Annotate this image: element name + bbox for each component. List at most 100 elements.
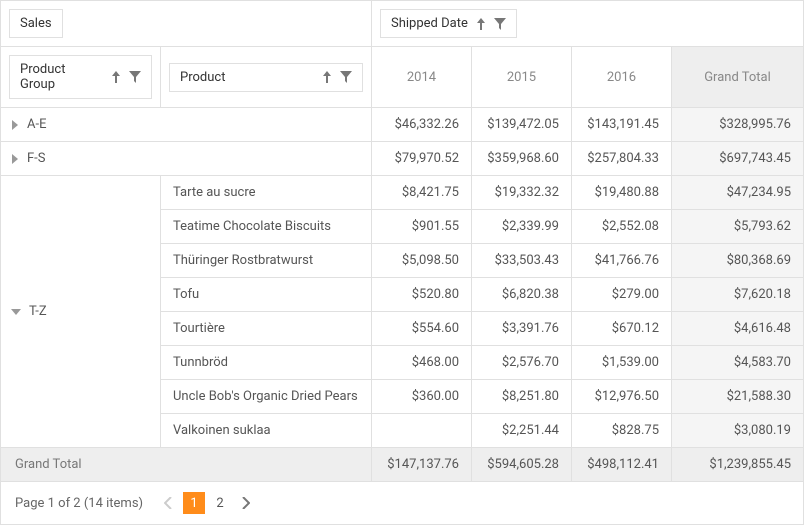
table-row: Valkoinen suklaa $2,251.44 $828.75 $3,08… [161,414,803,447]
column-headers: 2014 2015 2016 Grand Total [372,47,803,107]
filter-icon[interactable] [340,71,352,83]
table-row: Tarte au sucre $8,421.75 $19,332.32 $19,… [161,176,803,210]
data-cell-grand-total: $47,234.95 [672,176,803,209]
data-cell: $2,339.99 [472,210,572,243]
data-cell: $19,332.32 [472,176,572,209]
data-cell: $468.00 [372,346,472,379]
data-cell-grand-total: $80,368.69 [672,244,803,277]
header-row: Product Group Product [1,47,803,108]
data-cell-grand-total: $328,995.76 [672,108,803,141]
data-cell: $46,332.26 [372,108,472,141]
column-header-2016[interactable]: 2016 [572,47,672,107]
data-cell: $19,480.88 [572,176,672,209]
data-cell: $520.80 [372,278,472,311]
group-row-ae: A-E $46,332.26 $139,472.05 $143,191.45 $… [1,108,803,142]
data-cell [372,414,472,447]
filter-area: Sales [1,1,372,46]
data-cell: $670.12 [572,312,672,345]
column-header-grand-total: Grand Total [672,47,803,107]
data-cell: $3,391.76 [472,312,572,345]
data-cell: $498,112.41 [572,448,672,481]
chevron-right-icon [242,497,250,509]
product-name: Valkoinen suklaa [161,414,372,447]
product-rows-tz: Tarte au sucre $8,421.75 $19,332.32 $19,… [161,176,803,447]
row-field-product-group-cell: Product Group [1,47,161,107]
data-cell-grand-total: $1,239,855.45 [672,448,803,481]
data-cell: $6,820.38 [472,278,572,311]
data-cell-grand-total: $697,743.45 [672,142,803,175]
chevron-left-icon [164,497,172,509]
field-label: Product [180,70,225,85]
group-toggle-fs[interactable]: F-S [1,142,372,175]
pager: Page 1 of 2 (14 items) 1 2 [1,482,803,524]
data-cell: $33,503.43 [472,244,572,277]
group-toggle-tz[interactable]: T-Z [1,176,161,447]
data-cell-grand-total: $4,616.48 [672,312,803,345]
data-cell: $147,137.76 [372,448,472,481]
data-cell: $1,539.00 [572,346,672,379]
table-row: Teatime Chocolate Biscuits $901.55 $2,33… [161,210,803,244]
sort-asc-icon[interactable] [322,71,332,83]
table-row: Tunnbröd $468.00 $2,576.70 $1,539.00 $4,… [161,346,803,380]
group-row-fs: F-S $79,970.52 $359,968.60 $257,804.33 $… [1,142,803,176]
field-label: Sales [20,16,52,31]
sort-asc-icon[interactable] [476,18,486,30]
row-field-product-cell: Product [161,47,372,107]
data-cell: $359,968.60 [472,142,572,175]
data-cell: $5,098.50 [372,244,472,277]
field-label: Product Group [20,62,103,92]
data-cell: $41,766.76 [572,244,672,277]
data-cell: $360.00 [372,380,472,413]
chevron-right-icon [11,154,19,164]
data-cell: $139,472.05 [472,108,572,141]
data-cell: $8,251.80 [472,380,572,413]
sort-asc-icon[interactable] [111,71,121,83]
group-label: A-E [27,117,46,132]
filter-icon[interactable] [129,71,141,83]
group-toggle-ae[interactable]: A-E [1,108,372,141]
table-row: Tofu $520.80 $6,820.38 $279.00 $7,620.18 [161,278,803,312]
column-area: Shipped Date [372,1,803,46]
data-cell: $8,421.75 [372,176,472,209]
data-cell-grand-total: $3,080.19 [672,414,803,447]
product-name: Tarte au sucre [161,176,372,209]
data-cell: $12,976.50 [572,380,672,413]
grand-total-label: Grand Total [1,448,372,481]
table-row: Tourtière $554.60 $3,391.76 $670.12 $4,6… [161,312,803,346]
group-label: F-S [27,151,46,166]
row-field-product[interactable]: Product [169,63,363,92]
row-field-product-group[interactable]: Product Group [9,55,152,99]
field-label: Shipped Date [391,16,468,31]
data-cell: $279.00 [572,278,672,311]
data-cell-grand-total: $7,620.18 [672,278,803,311]
pager-page-2[interactable]: 2 [209,492,231,514]
pager-summary: Page 1 of 2 (14 items) [15,496,143,511]
filter-field-sales[interactable]: Sales [9,9,63,38]
table-row: Uncle Bob's Organic Dried Pears $360.00 … [161,380,803,414]
field-areas-top: Sales Shipped Date [1,1,803,47]
column-header-2014[interactable]: 2014 [372,47,472,107]
data-cell-grand-total: $4,583.70 [672,346,803,379]
group-label: T-Z [29,304,47,319]
pager-prev-button[interactable] [157,492,179,514]
pager-next-button[interactable] [235,492,257,514]
data-cell: $2,576.70 [472,346,572,379]
chevron-right-icon [11,120,19,130]
data-cell: $79,970.52 [372,142,472,175]
data-cell: $257,804.33 [572,142,672,175]
pager-page-1[interactable]: 1 [183,492,205,514]
filter-icon[interactable] [494,18,506,30]
data-cell-grand-total: $5,793.62 [672,210,803,243]
product-name: Tourtière [161,312,372,345]
column-field-shipped-date[interactable]: Shipped Date [380,9,517,38]
data-cell: $2,251.44 [472,414,572,447]
product-name: Tofu [161,278,372,311]
product-name: Teatime Chocolate Biscuits [161,210,372,243]
product-name: Tunnbröd [161,346,372,379]
data-cell: $143,191.45 [572,108,672,141]
pivot-grid: Sales Shipped Date Product Group [0,0,804,525]
column-header-2015[interactable]: 2015 [472,47,572,107]
data-cell: $594,605.28 [472,448,572,481]
chevron-down-icon [11,308,21,316]
product-name: Uncle Bob's Organic Dried Pears [161,380,372,413]
